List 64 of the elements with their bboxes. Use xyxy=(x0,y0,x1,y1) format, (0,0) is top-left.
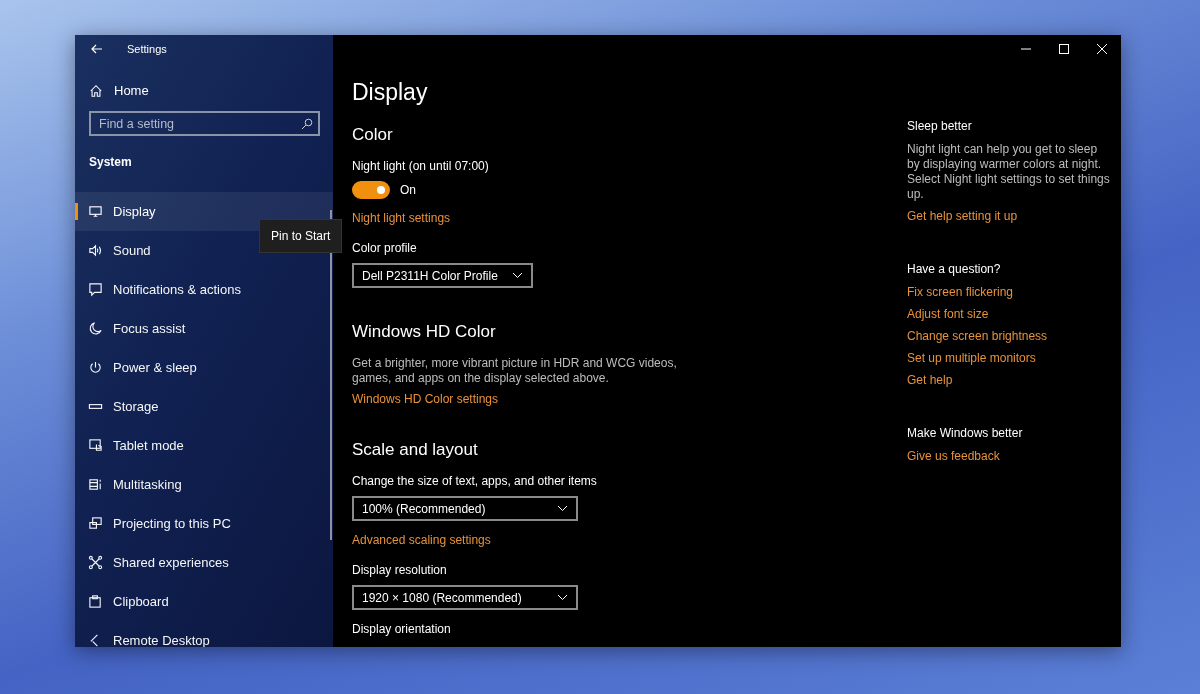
setting-label: Display orientation xyxy=(352,622,452,636)
help-heading: Sleep better xyxy=(907,119,973,133)
close-icon xyxy=(1097,44,1107,54)
nav-item[interactable]: Remote Desktop xyxy=(75,621,333,647)
description-text: Get a brighter, more vibrant picture in HDR and WCG videos, games, and apps on the display selected above. xyxy=(352,356,678,386)
help-link[interactable]: Give us feedback xyxy=(907,449,1000,464)
chevron-icon xyxy=(511,272,523,279)
nav-item[interactable]: Storage xyxy=(75,387,333,426)
help-link[interactable]: Fix screen flickering xyxy=(907,285,1014,300)
page-title: Display xyxy=(352,79,429,106)
setting-label: Night light (on until 07:00) xyxy=(352,159,490,173)
chevron-icon xyxy=(557,505,568,512)
help-text: Night light can help you get to sleep by displaying warmer colors at night. Select Night light settings to set things up. xyxy=(907,142,1111,202)
setting-label: Display resolution xyxy=(352,563,448,577)
nav-item[interactable]: Projecting to this PC xyxy=(75,504,333,543)
speaker-icon xyxy=(88,243,103,258)
settings-link[interactable]: Windows HD Color settings xyxy=(352,392,499,406)
dropdown[interactable]: Dell P2311H Color Profile xyxy=(352,263,533,288)
maximize-icon xyxy=(1059,44,1069,54)
settings-link[interactable]: Night light settings xyxy=(352,211,451,225)
moon-icon xyxy=(88,321,103,336)
scrollbar[interactable] xyxy=(330,210,332,540)
help-link[interactable]: Change screen brightness xyxy=(907,329,1048,344)
section-heading: Scale and layout xyxy=(352,440,479,460)
section-heading: Windows HD Color xyxy=(352,322,497,342)
section-heading: System xyxy=(89,155,133,169)
window-title: Settings xyxy=(127,43,167,55)
chevron-icon xyxy=(557,594,568,601)
help-heading: Have a question? xyxy=(907,262,1002,276)
nav-item[interactable]: Clipboard xyxy=(75,582,333,621)
nav-item[interactable]: Multitasking xyxy=(75,465,333,504)
power-icon xyxy=(88,360,103,375)
settings-link[interactable]: Advanced scaling settings xyxy=(352,533,491,547)
search-field[interactable]: Find a setting xyxy=(89,111,320,136)
projecting-icon xyxy=(88,516,103,531)
dropdown[interactable]: 1920 × 1080 (Recommended) xyxy=(352,585,578,610)
search-icon xyxy=(301,118,313,130)
back-arrow-icon xyxy=(91,43,103,55)
home-link[interactable]: Home xyxy=(89,83,149,98)
nav-item[interactable]: Notifications & actions xyxy=(75,270,333,309)
nav-item[interactable]: Power & sleep xyxy=(75,348,333,387)
toggle-switch[interactable] xyxy=(352,181,390,199)
help-link[interactable]: Get help setting it up xyxy=(907,209,1018,224)
display-icon xyxy=(88,204,103,219)
tooltip: Pin to Start xyxy=(259,219,343,253)
help-heading: Make Windows better xyxy=(907,426,1024,440)
help-link[interactable]: Get help xyxy=(907,373,953,388)
home-icon xyxy=(89,83,103,98)
help-link[interactable]: Set up multiple monitors xyxy=(907,351,1036,366)
setting-label: Change the size of text, apps, and other items xyxy=(352,474,598,488)
tablet-icon xyxy=(88,438,103,453)
multitasking-icon xyxy=(88,477,103,492)
nav-item[interactable]: Shared experiences xyxy=(75,543,333,582)
nav-item[interactable]: Tablet mode xyxy=(75,426,333,465)
shared-icon xyxy=(88,555,103,570)
nav-item[interactable]: Display xyxy=(75,192,333,231)
speech-bubble-icon xyxy=(88,282,103,297)
clipboard-icon xyxy=(88,594,103,609)
toggle-state: On xyxy=(400,183,416,197)
nav-item[interactable]: Focus assist xyxy=(75,309,333,348)
help-link[interactable]: Adjust font size xyxy=(907,307,989,322)
section-heading: Color xyxy=(352,125,394,145)
setting-label: Color profile xyxy=(352,241,418,255)
dropdown[interactable]: 100% (Recommended) xyxy=(352,496,578,521)
